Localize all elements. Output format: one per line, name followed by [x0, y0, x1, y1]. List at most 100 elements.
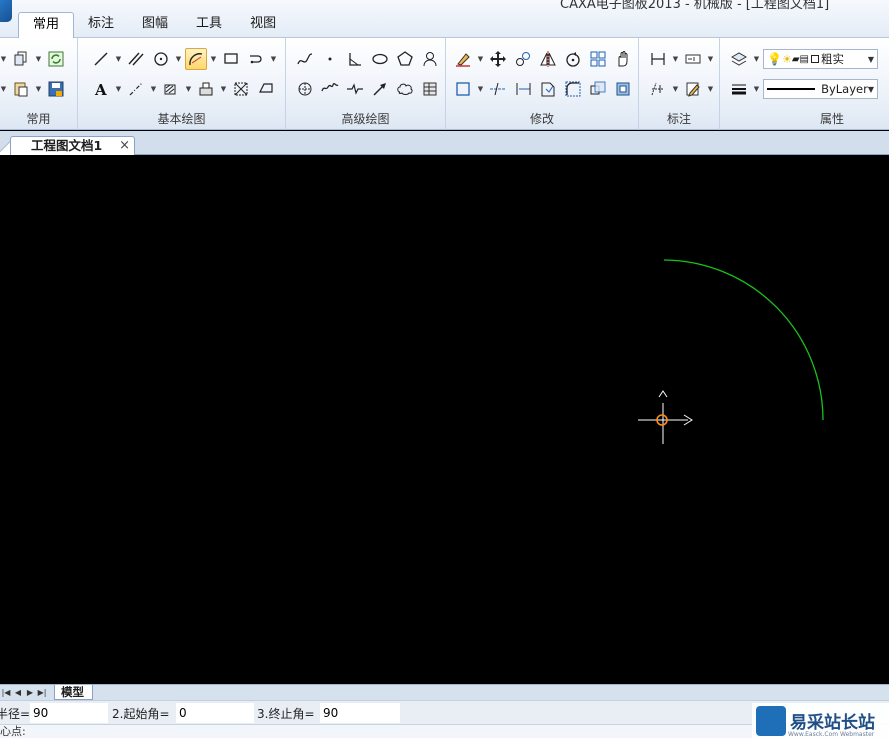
tab-sheet[interactable]: 图幅	[128, 12, 182, 38]
pan-icon[interactable]	[612, 48, 634, 70]
ribbon-tab-strip: 常用 标注 图幅 工具 视图	[18, 12, 290, 39]
group-properties: ▼ 💡 ☀ ▰ ▤ 粗实 ▼ ▼ ByLayer ▼ 属性	[720, 38, 889, 130]
cloud-icon[interactable]	[394, 78, 416, 100]
tab-annotate[interactable]: 标注	[74, 12, 128, 38]
table-icon[interactable]	[419, 78, 441, 100]
break-line-icon[interactable]	[344, 78, 366, 100]
ordinate-icon[interactable]	[682, 48, 704, 70]
hatch-icon[interactable]	[160, 78, 182, 100]
printer-icon: ▤	[799, 53, 809, 65]
dropdown-arrow[interactable]: ▼	[210, 48, 217, 70]
trim-icon[interactable]	[487, 78, 509, 100]
next-layout-button[interactable]: ▶	[24, 686, 36, 700]
dropdown-arrow[interactable]: ▼	[270, 48, 277, 70]
dropdown-arrow[interactable]: ▼	[753, 78, 760, 100]
scale-icon[interactable]	[587, 78, 609, 100]
region-icon[interactable]	[230, 78, 252, 100]
dropdown-arrow[interactable]: ▼	[477, 48, 484, 70]
group-label-common: 常用	[26, 112, 51, 126]
dropdown-arrow[interactable]: ▼	[477, 78, 484, 100]
polyline-icon[interactable]	[245, 48, 267, 70]
drawing-canvas[interactable]	[0, 155, 889, 684]
close-icon[interactable]: ×	[119, 137, 130, 155]
arrow-icon[interactable]	[369, 78, 391, 100]
linetype-combo[interactable]: ByLayer ▼	[763, 79, 878, 99]
rectangle-icon[interactable]	[220, 48, 242, 70]
text-icon[interactable]: A	[90, 78, 112, 100]
edit-annotation-icon[interactable]	[682, 78, 704, 100]
dropdown-arrow[interactable]: ▼	[707, 48, 714, 70]
dropdown-arrow[interactable]: ▼	[175, 48, 182, 70]
refresh-icon[interactable]	[45, 48, 67, 70]
point-icon[interactable]	[319, 48, 341, 70]
lineweight-icon[interactable]	[728, 78, 750, 100]
revolve-icon[interactable]	[294, 78, 316, 100]
lightbulb-icon: 💡	[767, 52, 782, 66]
dimension-icon[interactable]	[647, 48, 669, 70]
select-icon[interactable]	[452, 78, 474, 100]
extend-icon[interactable]	[512, 78, 534, 100]
dropdown-arrow[interactable]: ▼	[150, 78, 157, 100]
dropdown-arrow[interactable]: ▼	[0, 78, 7, 100]
dropdown-arrow[interactable]: ▼	[672, 78, 679, 100]
tab-model[interactable]: 模型	[54, 685, 93, 700]
erase-icon[interactable]	[452, 48, 474, 70]
boundary-icon[interactable]	[255, 78, 277, 100]
layer-manager-icon[interactable]	[728, 48, 750, 70]
dropdown-arrow[interactable]: ▼	[753, 48, 760, 70]
watermark-logo-icon	[756, 705, 786, 736]
parallel-line-icon[interactable]	[125, 48, 147, 70]
dropdown-arrow[interactable]: ▼	[35, 78, 42, 100]
document-tab[interactable]: 工程图文档1 ×	[10, 136, 135, 155]
wave-icon[interactable]	[319, 78, 341, 100]
tab-common[interactable]: 常用	[18, 12, 75, 39]
first-layout-button[interactable]: |◀	[0, 686, 12, 700]
stretch-icon[interactable]	[537, 78, 559, 100]
circle-icon[interactable]	[150, 48, 172, 70]
lock-icon: ▰	[791, 53, 800, 65]
rotate-icon[interactable]	[562, 48, 584, 70]
last-layout-button[interactable]: ▶|	[36, 686, 48, 700]
angle-line-icon[interactable]	[344, 48, 366, 70]
spline-icon[interactable]	[294, 48, 316, 70]
copy-icon[interactable]	[10, 48, 32, 70]
dropdown-arrow[interactable]: ▼	[185, 78, 192, 100]
line-icon[interactable]	[90, 48, 112, 70]
tab-tools[interactable]: 工具	[182, 12, 236, 38]
dropdown-arrow[interactable]: ▼	[115, 78, 122, 100]
arc-icon[interactable]	[185, 48, 207, 70]
bolt-icon[interactable]	[419, 48, 441, 70]
polygon-icon[interactable]	[394, 48, 416, 70]
move-icon[interactable]	[487, 48, 509, 70]
tolerance-icon[interactable]	[647, 78, 669, 100]
watermark: 易采站长站 Www.Easck.Com Webmaster	[752, 703, 889, 738]
start-angle-input[interactable]	[176, 703, 254, 723]
copy-object-icon[interactable]	[512, 48, 534, 70]
mirror-icon[interactable]	[537, 48, 559, 70]
dropdown-arrow[interactable]: ▼	[707, 78, 714, 100]
paste-icon[interactable]	[10, 78, 32, 100]
fillet-icon[interactable]	[562, 78, 584, 100]
dropdown-arrow[interactable]: ▼	[0, 48, 7, 70]
linestyle-value: 粗实	[820, 52, 844, 66]
layer-combo[interactable]: 💡 ☀ ▰ ▤ 粗实 ▼	[763, 49, 878, 69]
ellipse-icon[interactable]	[369, 48, 391, 70]
dropdown-arrow[interactable]: ▼	[220, 78, 227, 100]
tab-view[interactable]: 视图	[236, 12, 290, 38]
prev-layout-button[interactable]: ◀	[12, 686, 24, 700]
arc-entity[interactable]	[663, 259, 824, 421]
save-icon[interactable]	[45, 78, 67, 100]
explode-icon[interactable]	[612, 78, 634, 100]
radius-input[interactable]	[30, 703, 108, 723]
group-annotate: ▼ ▼ ▼ ▼ 标注	[639, 38, 720, 130]
array-icon[interactable]	[587, 48, 609, 70]
dropdown-arrow[interactable]: ▼	[115, 48, 122, 70]
block-icon[interactable]	[195, 78, 217, 100]
crosshair-cursor	[638, 403, 688, 444]
group-common: ▼ ▼ ▼ ▼ 常用	[0, 38, 78, 130]
dropdown-arrow[interactable]: ▼	[672, 48, 679, 70]
end-angle-input[interactable]	[320, 703, 400, 723]
app-icon[interactable]	[0, 0, 12, 22]
centerline-icon[interactable]	[125, 78, 147, 100]
dropdown-arrow[interactable]: ▼	[35, 48, 42, 70]
